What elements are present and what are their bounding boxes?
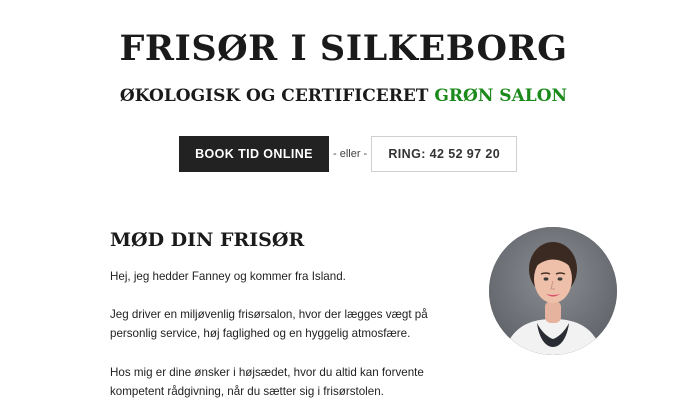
site-subtitle: ØKOLOGISK OG CERTIFICERET GRØN SALON (0, 86, 687, 106)
call-phone-button[interactable]: RING: 42 52 97 20 (371, 136, 518, 172)
book-online-button[interactable]: BOOK TID ONLINE (179, 136, 329, 172)
subtitle-text: ØKOLOGISK OG CERTIFICERET (119, 86, 429, 106)
about-paragraph-3: Hos mig er dine ønsker i højsædet, hvor … (110, 366, 424, 398)
subtitle-highlight: GRØN SALON (434, 86, 568, 106)
about-paragraph-2: Jeg driver en miljøvenlig frisørsalon, h… (110, 308, 428, 340)
about-paragraph-1: Hej, jeg hedder Fanney og kommer fra Isl… (110, 270, 346, 283)
or-separator: - eller - (333, 148, 368, 160)
hairdresser-avatar (489, 227, 617, 355)
site-title: FRISØR I SILKEBORG (119, 28, 568, 69)
about-heading: MØD DIN FRISØR (110, 229, 305, 251)
cta-row: BOOK TID ONLINE - eller - RING: 42 52 97… (179, 136, 518, 172)
portrait-image (489, 227, 617, 355)
